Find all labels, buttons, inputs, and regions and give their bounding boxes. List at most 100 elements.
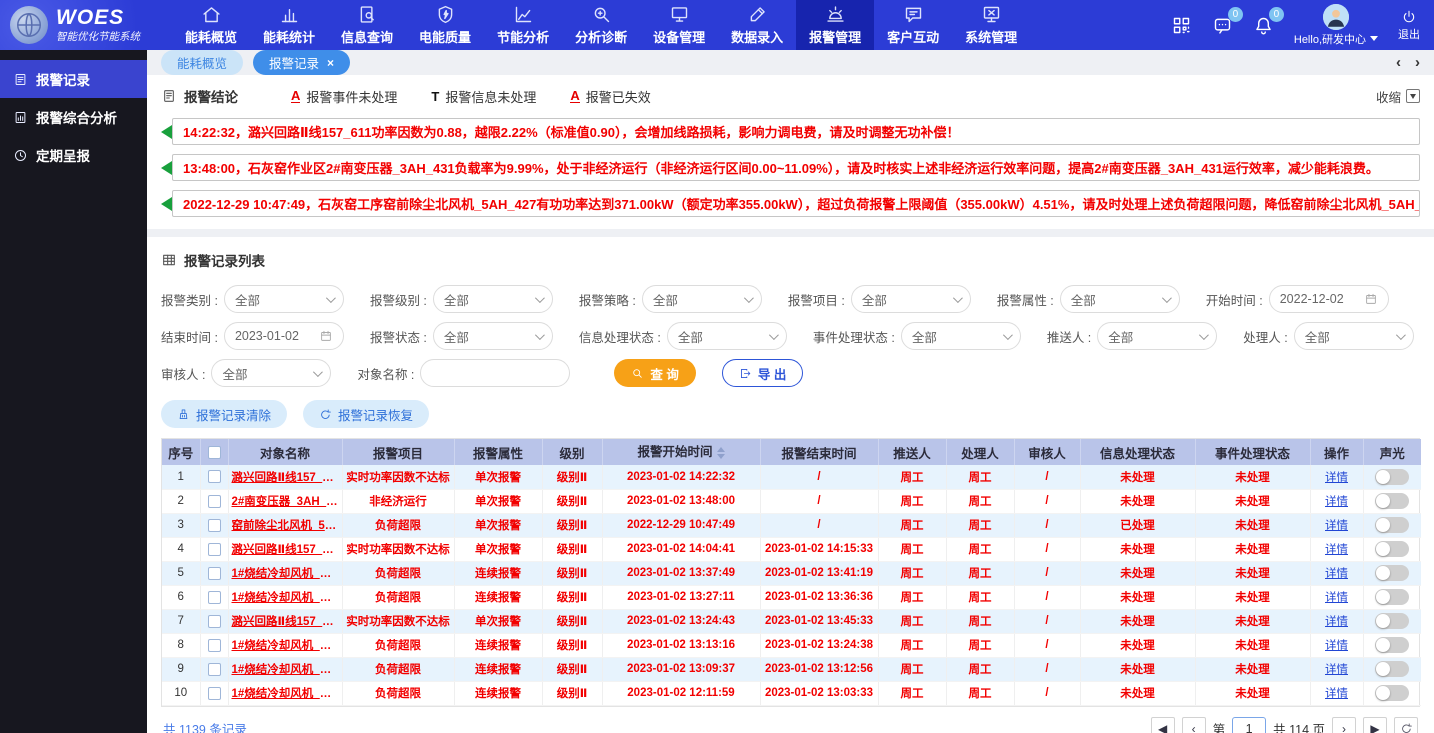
detail-link[interactable]: 详情 bbox=[1325, 640, 1348, 652]
sound-light-toggle[interactable] bbox=[1375, 589, 1409, 605]
row-checkbox[interactable] bbox=[208, 567, 221, 580]
tabs-scroll-left-icon[interactable]: ‹ bbox=[1396, 55, 1401, 70]
filter-dropdown[interactable]: 全部 bbox=[1294, 322, 1414, 350]
filter-dropdown[interactable]: 全部 bbox=[1060, 285, 1180, 313]
nav-item[interactable]: 电能质量 bbox=[406, 0, 484, 50]
filter-dropdown[interactable]: 全部 bbox=[667, 322, 787, 350]
row-checkbox[interactable] bbox=[208, 519, 221, 532]
detail-link[interactable]: 详情 bbox=[1325, 544, 1348, 556]
nav-item[interactable]: 数据录入 bbox=[718, 0, 796, 50]
filter-dropdown[interactable]: 2022-12-02 bbox=[1269, 285, 1389, 313]
user-menu[interactable]: Hello,研发中心 bbox=[1294, 4, 1378, 47]
select-all-checkbox[interactable] bbox=[208, 446, 221, 459]
detail-link[interactable]: 详情 bbox=[1325, 592, 1348, 604]
qr-code-icon[interactable] bbox=[1171, 15, 1192, 36]
sort-icon[interactable] bbox=[717, 443, 725, 463]
sound-light-toggle[interactable] bbox=[1375, 469, 1409, 485]
row-checkbox[interactable] bbox=[208, 495, 221, 508]
filter-dropdown[interactable]: 全部 bbox=[851, 285, 971, 313]
detail-link[interactable]: 详情 bbox=[1325, 616, 1348, 628]
sound-light-toggle[interactable] bbox=[1375, 493, 1409, 509]
row-checkbox[interactable] bbox=[208, 663, 221, 676]
detail-link[interactable]: 详情 bbox=[1325, 496, 1348, 508]
nav-item[interactable]: 设备管理 bbox=[640, 0, 718, 50]
close-tab-icon[interactable]: × bbox=[327, 56, 334, 70]
legend-item[interactable]: A 报警事件未处理 bbox=[291, 87, 397, 106]
device-icon bbox=[669, 4, 690, 25]
sound-light-toggle[interactable] bbox=[1375, 541, 1409, 557]
tabs-scroll-right-icon[interactable]: › bbox=[1415, 55, 1420, 70]
row-checkbox[interactable] bbox=[208, 470, 221, 483]
filter-dropdown[interactable]: 全部 bbox=[642, 285, 762, 313]
object-name-link[interactable]: 1#烧结冷却风机_AH6_... bbox=[232, 568, 343, 580]
legend-item[interactable]: A 报警已失效 bbox=[570, 87, 650, 106]
handler: 周工 bbox=[946, 633, 1014, 657]
restore-icon bbox=[319, 408, 332, 421]
object-name-link[interactable]: 1#烧结冷却风机_AH6_... bbox=[232, 640, 343, 652]
object-name-link[interactable]: 潞兴回路Ⅱ线157_611 bbox=[232, 544, 341, 556]
detail-link[interactable]: 详情 bbox=[1325, 568, 1348, 580]
sidebar-item[interactable]: 报警记录 bbox=[0, 60, 147, 98]
tab-energy-overview[interactable]: 能耗概览 bbox=[161, 50, 243, 75]
filter-dropdown[interactable]: 全部 bbox=[433, 285, 553, 313]
filter-dropdown[interactable]: 全部 bbox=[1097, 322, 1217, 350]
next-page-button[interactable]: › bbox=[1332, 717, 1356, 733]
nav-item[interactable]: 能耗概览 bbox=[172, 0, 250, 50]
object-name-link[interactable]: 1#烧结冷却风机_AH6_... bbox=[232, 664, 343, 676]
sound-light-toggle[interactable] bbox=[1375, 613, 1409, 629]
logout-button[interactable]: 退出 bbox=[1398, 9, 1420, 42]
messages-button[interactable]: 0 bbox=[1212, 15, 1233, 36]
filter-dropdown[interactable]: 全部 bbox=[224, 285, 344, 313]
object-name-link[interactable]: 1#烧结冷却风机_AH6_... bbox=[232, 688, 343, 700]
legend-item[interactable]: T 报警信息未处理 bbox=[431, 87, 536, 106]
prev-page-button[interactable]: ‹ bbox=[1182, 717, 1206, 733]
object-name-input[interactable] bbox=[420, 359, 570, 387]
filter-dropdown[interactable]: 全部 bbox=[211, 359, 331, 387]
object-name-link[interactable]: 2#南变压器_3AH_431 bbox=[232, 496, 343, 508]
last-page-button[interactable]: ▶ bbox=[1363, 717, 1387, 733]
row-checkbox[interactable] bbox=[208, 543, 221, 556]
search-button[interactable]: 查 询 bbox=[614, 359, 695, 387]
object-name-link[interactable]: 潞兴回路Ⅱ线157_611 bbox=[232, 472, 341, 484]
detail-link[interactable]: 详情 bbox=[1325, 688, 1348, 700]
sound-light-toggle[interactable] bbox=[1375, 565, 1409, 581]
restore-records-button[interactable]: 报警记录恢复 bbox=[303, 400, 429, 428]
object-name-link[interactable]: 1#烧结冷却风机_AH6_... bbox=[232, 592, 343, 604]
detail-link[interactable]: 详情 bbox=[1325, 664, 1348, 676]
clear-records-button[interactable]: 报警记录清除 bbox=[161, 400, 287, 428]
row-checkbox[interactable] bbox=[208, 687, 221, 700]
filter-dropdown[interactable]: 全部 bbox=[901, 322, 1021, 350]
nav-item[interactable]: 系统管理 bbox=[952, 0, 1030, 50]
col-start-time[interactable]: 报警开始时间 bbox=[602, 439, 760, 465]
notifications-button[interactable]: 0 bbox=[1253, 15, 1274, 36]
nav-item[interactable]: 节能分析 bbox=[484, 0, 562, 50]
nav-item[interactable]: 信息查询 bbox=[328, 0, 406, 50]
first-page-button[interactable]: ◀ bbox=[1151, 717, 1175, 733]
row-checkbox[interactable] bbox=[208, 639, 221, 652]
detail-link[interactable]: 详情 bbox=[1325, 520, 1348, 532]
sound-light-toggle[interactable] bbox=[1375, 517, 1409, 533]
col-sound-light: 声光 bbox=[1363, 439, 1421, 465]
page-number-input[interactable] bbox=[1232, 717, 1266, 733]
row-checkbox[interactable] bbox=[208, 615, 221, 628]
export-button[interactable]: 导 出 bbox=[722, 359, 803, 387]
sound-light-toggle[interactable] bbox=[1375, 685, 1409, 701]
collapse-button[interactable]: 收缩 bbox=[1376, 87, 1420, 106]
object-name-link[interactable]: 潞兴回路Ⅱ线157_611 bbox=[232, 616, 341, 628]
nav-item[interactable]: 客户互动 bbox=[874, 0, 952, 50]
sidebar-item[interactable]: 定期呈报 bbox=[0, 136, 147, 174]
object-name-link[interactable]: 窑前除尘北风机_5AH_... bbox=[232, 520, 343, 532]
nav-item[interactable]: 能耗统计 bbox=[250, 0, 328, 50]
tab-alarm-records[interactable]: 报警记录 × bbox=[253, 50, 350, 75]
row-checkbox[interactable] bbox=[208, 591, 221, 604]
sound-light-toggle[interactable] bbox=[1375, 661, 1409, 677]
pusher: 周工 bbox=[878, 609, 946, 633]
filter-dropdown[interactable]: 2023-01-02 bbox=[224, 322, 344, 350]
nav-item[interactable]: 分析诊断 bbox=[562, 0, 640, 50]
sound-light-toggle[interactable] bbox=[1375, 637, 1409, 653]
nav-item[interactable]: 报警管理 bbox=[796, 0, 874, 50]
sidebar-item[interactable]: 报警综合分析 bbox=[0, 98, 147, 136]
refresh-button[interactable] bbox=[1394, 717, 1418, 733]
filter-dropdown[interactable]: 全部 bbox=[433, 322, 553, 350]
detail-link[interactable]: 详情 bbox=[1325, 472, 1348, 484]
